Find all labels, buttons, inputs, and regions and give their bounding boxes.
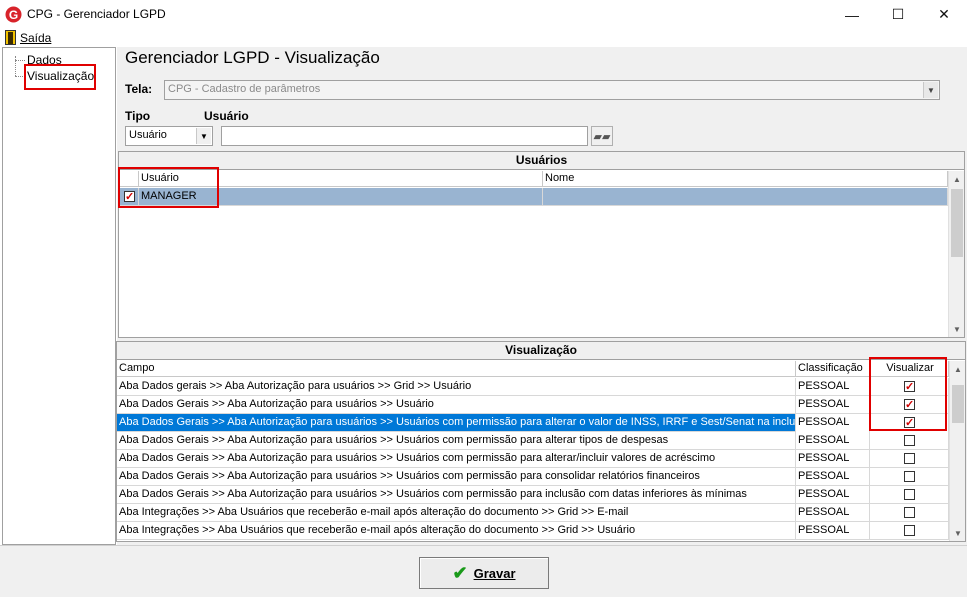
cell-campo: Aba Dados Gerais >> Aba Autorização para… bbox=[117, 450, 796, 468]
table-row[interactable]: Aba Dados Gerais >> Aba Autorização para… bbox=[117, 450, 949, 468]
tela-label: Tela: bbox=[125, 82, 153, 96]
cell-classificacao: PESSOAL bbox=[796, 378, 870, 396]
navigation-tree: Dados Visualização bbox=[2, 47, 116, 545]
title-bar: G CPG - Gerenciador LGPD — ☐ ✕ bbox=[0, 0, 967, 29]
users-panel-title: Usuários bbox=[119, 152, 964, 170]
checkmark-icon: ✔ bbox=[452, 563, 468, 583]
close-button[interactable]: ✕ bbox=[921, 0, 967, 29]
highlight-box bbox=[869, 357, 947, 431]
menu-exit[interactable]: Saída bbox=[5, 30, 51, 45]
cell-classificacao: PESSOAL bbox=[796, 468, 870, 486]
tela-select-value: CPG - Cadastro de parâmetros bbox=[168, 83, 321, 95]
tipo-label: Tipo bbox=[125, 109, 151, 123]
minimize-icon: — bbox=[845, 6, 859, 23]
tela-select[interactable]: CPG - Cadastro de parâmetros ▼ bbox=[164, 80, 940, 100]
cell-visualizar[interactable] bbox=[870, 504, 949, 522]
table-row[interactable]: Aba Integrações >> Aba Usuários que rece… bbox=[117, 504, 949, 522]
page-title: Gerenciador LGPD - Visualização bbox=[125, 48, 380, 67]
scroll-thumb[interactable] bbox=[952, 385, 964, 423]
table-row[interactable]: Aba Integrações >> Aba Usuários que rece… bbox=[117, 522, 949, 540]
minimize-button[interactable]: — bbox=[829, 0, 875, 29]
cell-nome bbox=[543, 188, 948, 206]
chevron-down-icon: ▼ bbox=[923, 82, 938, 98]
cell-visualizar[interactable] bbox=[870, 432, 949, 450]
tipo-select-value: Usuário bbox=[129, 129, 167, 141]
table-row[interactable]: Aba Dados Gerais >> Aba Autorização para… bbox=[117, 468, 949, 486]
visualizar-checkbox[interactable] bbox=[904, 435, 915, 446]
search-binoculars-button[interactable]: ▰▰ bbox=[591, 126, 613, 146]
table-row[interactable]: Aba Dados Gerais >> Aba Autorização para… bbox=[117, 396, 949, 414]
tree-connector bbox=[15, 60, 25, 61]
cell-campo: Aba Dados Gerais >> Aba Autorização para… bbox=[117, 396, 796, 414]
tipo-select[interactable]: Usuário ▼ bbox=[125, 126, 213, 146]
tree-connector bbox=[15, 56, 16, 76]
scroll-down-icon[interactable]: ▼ bbox=[949, 321, 965, 337]
chevron-down-icon: ▼ bbox=[196, 128, 211, 144]
highlight-box bbox=[118, 167, 219, 208]
table-row[interactable]: Aba Dados Gerais >> Aba Autorização para… bbox=[117, 432, 949, 450]
visualizar-checkbox[interactable] bbox=[904, 489, 915, 500]
cell-visualizar[interactable] bbox=[870, 522, 949, 540]
close-icon: ✕ bbox=[938, 6, 950, 22]
cell-visualizar[interactable] bbox=[870, 450, 949, 468]
visualization-grid-header: Campo Classificação Visualizar bbox=[117, 361, 949, 377]
users-scrollbar[interactable]: ▲ ▼ bbox=[948, 171, 964, 337]
exit-door-icon bbox=[5, 30, 16, 45]
cell-visualizar[interactable] bbox=[870, 486, 949, 504]
highlight-box bbox=[24, 64, 96, 90]
app-logo-icon: G bbox=[5, 6, 22, 23]
table-row[interactable]: Aba Dados Gerais >> Aba Autorização para… bbox=[117, 486, 949, 504]
visualization-panel-title: Visualização bbox=[117, 342, 965, 360]
scroll-up-icon[interactable]: ▲ bbox=[949, 171, 965, 187]
cell-campo: Aba Dados gerais >> Aba Autorização para… bbox=[117, 378, 796, 396]
cell-classificacao: PESSOAL bbox=[796, 414, 870, 432]
table-row-selected[interactable]: Aba Dados Gerais >> Aba Autorização para… bbox=[117, 414, 949, 432]
cell-campo: Aba Dados Gerais >> Aba Autorização para… bbox=[117, 414, 796, 432]
cell-classificacao: PESSOAL bbox=[796, 432, 870, 450]
scroll-thumb[interactable] bbox=[951, 189, 963, 257]
usuario-label: Usuário bbox=[204, 109, 249, 123]
window-title: CPG - Gerenciador LGPD bbox=[27, 7, 166, 21]
menu-bar: Saída bbox=[0, 29, 967, 47]
maximize-button[interactable]: ☐ bbox=[875, 0, 921, 29]
visualization-panel: Visualização Campo Classificação Visuali… bbox=[116, 341, 966, 542]
cell-classificacao: PESSOAL bbox=[796, 504, 870, 522]
binoculars-icon: ▰▰ bbox=[593, 130, 611, 143]
cell-campo: Aba Integrações >> Aba Usuários que rece… bbox=[117, 522, 796, 540]
users-grid-header: Usuário Nome bbox=[119, 171, 948, 187]
cell-campo: Aba Dados Gerais >> Aba Autorização para… bbox=[117, 432, 796, 450]
svg-text:G: G bbox=[9, 8, 18, 22]
usuario-input[interactable] bbox=[221, 126, 588, 146]
visualizar-checkbox[interactable] bbox=[904, 471, 915, 482]
scroll-down-icon[interactable]: ▼ bbox=[950, 525, 966, 541]
cell-campo: Aba Dados Gerais >> Aba Autorização para… bbox=[117, 468, 796, 486]
save-button[interactable]: ✔ Gravar bbox=[419, 557, 549, 589]
cell-classificacao: PESSOAL bbox=[796, 396, 870, 414]
table-row[interactable]: MANAGER bbox=[119, 188, 948, 206]
users-panel: Usuários Usuário Nome MANAGER ▲ ▼ bbox=[118, 151, 965, 338]
column-header-classificacao[interactable]: Classificação bbox=[796, 361, 870, 377]
menu-exit-label: Saída bbox=[20, 30, 52, 45]
visualizar-checkbox[interactable] bbox=[904, 507, 915, 518]
table-row[interactable]: Aba Dados gerais >> Aba Autorização para… bbox=[117, 378, 949, 396]
visualization-scrollbar[interactable]: ▲ ▼ bbox=[949, 361, 965, 541]
cell-visualizar[interactable] bbox=[870, 468, 949, 486]
save-button-label: Gravar bbox=[473, 565, 516, 581]
maximize-icon: ☐ bbox=[891, 6, 905, 22]
cell-classificacao: PESSOAL bbox=[796, 522, 870, 540]
scroll-up-icon[interactable]: ▲ bbox=[950, 361, 966, 377]
cell-classificacao: PESSOAL bbox=[796, 450, 870, 468]
visualizar-checkbox[interactable] bbox=[904, 453, 915, 464]
column-header-nome[interactable]: Nome bbox=[543, 171, 948, 187]
cell-classificacao: PESSOAL bbox=[796, 486, 870, 504]
cell-campo: Aba Dados Gerais >> Aba Autorização para… bbox=[117, 486, 796, 504]
column-header-campo[interactable]: Campo bbox=[117, 361, 796, 377]
footer-bar: ✔ Gravar bbox=[0, 545, 967, 597]
cell-campo: Aba Integrações >> Aba Usuários que rece… bbox=[117, 504, 796, 522]
visualizar-checkbox[interactable] bbox=[904, 525, 915, 536]
